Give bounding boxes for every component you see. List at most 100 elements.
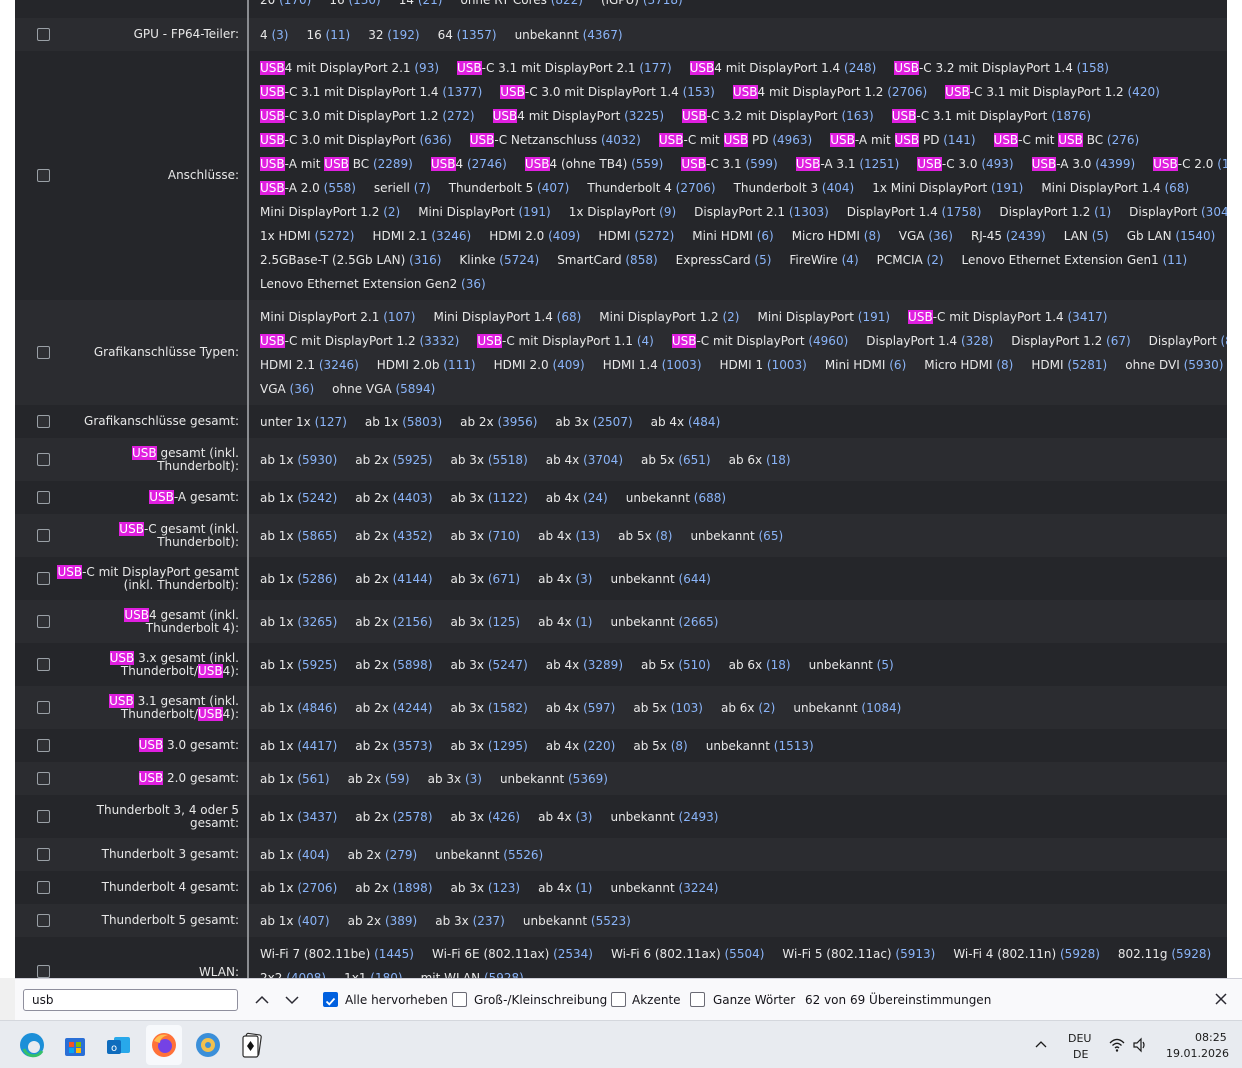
- filter-option[interactable]: USB4 mit DisplayPort 1.2 (2706): [732, 80, 927, 104]
- filter-option[interactable]: RJ-45 (2439): [971, 224, 1046, 248]
- filter-option[interactable]: ab 5x (651): [641, 448, 711, 472]
- filter-option[interactable]: ab 4x (3): [538, 805, 592, 829]
- filter-option[interactable]: USB-C mit DisplayPort (4960): [671, 329, 848, 353]
- filter-option[interactable]: ab 1x (5865): [260, 524, 337, 548]
- filter-option[interactable]: ab 3x (426): [451, 805, 521, 829]
- filter-option[interactable]: ab 2x (59): [348, 767, 410, 791]
- filter-option[interactable]: USB-C 3.1 mit DisplayPort 2.1 (177): [457, 56, 672, 80]
- filter-option[interactable]: Mini DisplayPort 1.4 (68): [433, 305, 581, 329]
- browser-icon[interactable]: [192, 1029, 224, 1061]
- highlight-all-label[interactable]: Alle hervorheben: [345, 993, 448, 1007]
- filter-option[interactable]: USB-C mit USB BC (276): [993, 128, 1139, 152]
- filter-checkbox[interactable]: [37, 615, 50, 628]
- speaker-icon[interactable]: [1132, 1037, 1148, 1053]
- filter-option[interactable]: USB-A mit USB BC (2289): [260, 152, 413, 176]
- filter-option[interactable]: 16 (11): [306, 23, 350, 47]
- filter-option[interactable]: ab 2x (5925): [355, 448, 432, 472]
- filter-option[interactable]: ab 5x (8): [633, 734, 687, 758]
- filter-checkbox[interactable]: [37, 914, 50, 927]
- filter-option[interactable]: ab 4x (484): [651, 410, 721, 434]
- filter-option[interactable]: 2x2 (4008): [260, 966, 326, 978]
- filter-option[interactable]: 802.11g (5928): [1118, 942, 1211, 966]
- filter-option[interactable]: HDMI 2.0 (409): [494, 353, 585, 377]
- filter-option[interactable]: ab 1x (561): [260, 767, 330, 791]
- filter-option[interactable]: USB-C 3.1 mit DisplayPort 1.4 (1377): [260, 80, 482, 104]
- filter-option[interactable]: ab 4x (597): [546, 696, 616, 720]
- wifi-icon[interactable]: [1109, 1037, 1125, 1053]
- filter-option[interactable]: HDMI 2.0b (111): [377, 353, 476, 377]
- filter-option[interactable]: USB-C 3.0 mit DisplayPort 1.2 (272): [260, 104, 475, 128]
- filter-checkbox[interactable]: [37, 848, 50, 861]
- filter-option[interactable]: 32 (192): [368, 23, 419, 47]
- find-next-icon[interactable]: [282, 990, 302, 1010]
- filter-option[interactable]: 4 (3): [260, 23, 288, 47]
- filter-option[interactable]: USB-C 3.0 mit DisplayPort (636): [260, 128, 452, 152]
- filter-option[interactable]: ab 6x (18): [729, 653, 791, 677]
- filter-option[interactable]: ab 3x (1582): [451, 696, 528, 720]
- filter-checkbox[interactable]: [37, 491, 50, 504]
- filter-option[interactable]: Wi-Fi 5 (802.11ac) (5913): [782, 942, 935, 966]
- filter-checkbox[interactable]: [37, 965, 50, 978]
- close-icon[interactable]: [1213, 991, 1229, 1007]
- filter-option[interactable]: VGA (36): [899, 224, 953, 248]
- filter-option[interactable]: Gb LAN (1540): [1127, 224, 1216, 248]
- filter-checkbox[interactable]: [37, 739, 50, 752]
- filter-option[interactable]: ab 1x (5803): [365, 410, 442, 434]
- filter-option[interactable]: unbekannt (688): [626, 486, 726, 510]
- filter-option[interactable]: 14 (21): [399, 0, 443, 12]
- filter-option[interactable]: ab 4x (3): [538, 567, 592, 591]
- filter-option[interactable]: Thunderbolt 4 (2706): [587, 176, 715, 200]
- filter-option[interactable]: ab 2x (4244): [355, 696, 432, 720]
- filter-option[interactable]: ab 5x (510): [641, 653, 711, 677]
- filter-option[interactable]: ab 2x (4144): [355, 567, 432, 591]
- filter-option[interactable]: DisplayPort (3042): [1129, 200, 1227, 224]
- filter-checkbox[interactable]: [37, 772, 50, 785]
- filter-option[interactable]: unbekannt (2665): [610, 610, 718, 634]
- filter-option[interactable]: ab 4x (13): [538, 524, 600, 548]
- filter-option[interactable]: 16 (130): [329, 0, 380, 12]
- filter-option[interactable]: ab 2x (1898): [355, 876, 432, 900]
- filter-option[interactable]: unter 1x (127): [260, 410, 347, 434]
- solitaire-icon[interactable]: [236, 1029, 268, 1061]
- filter-option[interactable]: SmartCard (858): [557, 248, 657, 272]
- filter-option[interactable]: USB-A mit USB PD (141): [830, 128, 976, 152]
- filter-checkbox[interactable]: [37, 881, 50, 894]
- filter-checkbox[interactable]: [37, 453, 50, 466]
- filter-option[interactable]: Mini DisplayPort 1.2 (2): [260, 200, 400, 224]
- filter-option[interactable]: unbekannt (5): [809, 653, 894, 677]
- filter-option[interactable]: HDMI 1 (1003): [720, 353, 807, 377]
- filter-option[interactable]: USB-A 2.0 (558): [260, 176, 356, 200]
- filter-option[interactable]: USB-C 3.2 mit DisplayPort (163): [682, 104, 874, 128]
- filter-option[interactable]: USB-C mit DisplayPort 1.2 (3332): [260, 329, 459, 353]
- whole-words-checkbox[interactable]: [690, 992, 705, 1007]
- filter-option[interactable]: USB-C mit DisplayPort 1.1 (4): [477, 329, 654, 353]
- filter-option[interactable]: ab 3x (671): [451, 567, 521, 591]
- filter-option[interactable]: mit WLAN (5928): [421, 966, 524, 978]
- filter-option[interactable]: ab 3x (125): [451, 610, 521, 634]
- filter-option[interactable]: HDMI 2.0 (409): [489, 224, 580, 248]
- filter-option[interactable]: Micro HDMI (8): [924, 353, 1013, 377]
- filter-option[interactable]: Klinke (5724): [459, 248, 539, 272]
- filter-option[interactable]: USB-C Netzanschluss (4032): [469, 128, 641, 152]
- filter-option[interactable]: unbekannt (2493): [610, 805, 718, 829]
- filter-option[interactable]: Mini DisplayPort 1.4 (68): [1041, 176, 1189, 200]
- filter-option[interactable]: ab 3x (710): [451, 524, 521, 548]
- filter-option[interactable]: ab 4x (220): [546, 734, 616, 758]
- filter-option[interactable]: ab 4x (1): [538, 610, 592, 634]
- filter-option[interactable]: ab 2x (2578): [355, 805, 432, 829]
- filter-option[interactable]: Wi-Fi 6E (802.11ax) (2534): [432, 942, 593, 966]
- filter-option[interactable]: HDMI (5272): [598, 224, 674, 248]
- filter-option[interactable]: ab 1x (3265): [260, 610, 337, 634]
- filter-option[interactable]: ohne DVI (5930): [1125, 353, 1223, 377]
- filter-option[interactable]: Mini DisplayPort (191): [418, 200, 551, 224]
- filter-option[interactable]: 20 (170): [260, 0, 311, 12]
- filter-option[interactable]: ab 4x (3704): [546, 448, 623, 472]
- filter-option[interactable]: unbekannt (644): [610, 567, 710, 591]
- filter-option[interactable]: USB-C mit USB PD (4963): [658, 128, 812, 152]
- filter-option[interactable]: ab 3x (2507): [555, 410, 632, 434]
- filter-option[interactable]: VGA (36): [260, 377, 314, 401]
- filter-option[interactable]: ab 2x (3956): [460, 410, 537, 434]
- filter-option[interactable]: unbekannt (5526): [435, 843, 543, 867]
- filter-option[interactable]: ab 2x (5898): [355, 653, 432, 677]
- filter-option[interactable]: USB-C 3.2 mit DisplayPort 1.4 (158): [894, 56, 1109, 80]
